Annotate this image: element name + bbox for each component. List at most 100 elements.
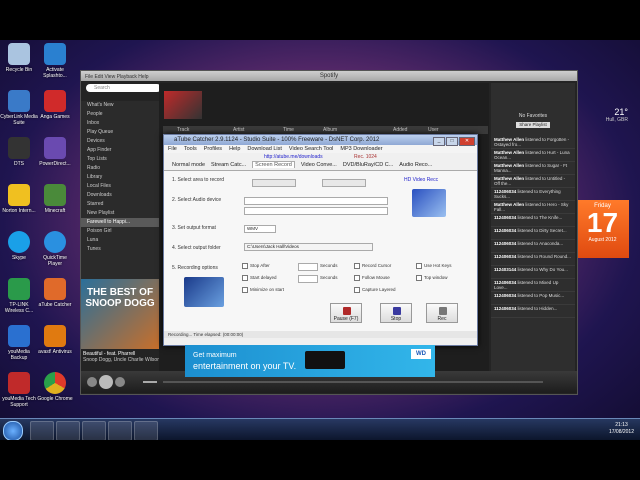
menu-item[interactable]: Profiles [204, 146, 222, 152]
atube-url-link[interactable]: http://atube.me/downloads [264, 154, 323, 160]
previous-icon[interactable] [87, 377, 97, 387]
desktop-icon-dts[interactable]: DTS [0, 137, 38, 167]
feed-item[interactable]: 112406034 listened to Dirty Secret... [491, 227, 575, 240]
menu-item[interactable]: Tools [184, 146, 197, 152]
use-hot-keys-checkbox[interactable]: Use Hot Keys [416, 263, 452, 269]
menu-item[interactable]: Help [229, 146, 240, 152]
desktop-icon-norton[interactable]: Norton Intern... [0, 184, 38, 214]
feed-item[interactable]: 112406034 listened to Round Round... [491, 253, 575, 266]
output-folder-field[interactable]: C:\Users\Jack Hall\Videos [244, 243, 373, 251]
column-header[interactable]: User [428, 126, 439, 134]
menu-item[interactable]: MP3 Downloader [340, 146, 382, 152]
output-format-select[interactable]: WMV [244, 225, 276, 233]
pause-icon[interactable] [99, 375, 113, 389]
desktop-icon-quicktime[interactable]: QuickTime Player [36, 231, 74, 267]
desktop-icon-skype[interactable]: Skype [0, 231, 38, 261]
ad-banner[interactable]: Get maximum entertainment on your TV. WD [185, 345, 435, 377]
sidebar-item[interactable]: Top Lists [81, 155, 159, 164]
feed-item[interactable]: 112406034 listened to Mixed Up Love... [491, 279, 575, 292]
atube-tab[interactable]: Normal mode [172, 162, 205, 168]
menu-item[interactable]: File [168, 146, 177, 152]
feed-item[interactable]: Matthew Allen listened to Hurt - Luna Oc… [491, 149, 575, 162]
taskbar-chrome-icon[interactable] [56, 421, 80, 441]
feed-item[interactable]: Matthew Allen listened to Untitled - Off… [491, 175, 575, 188]
follow-mouse-checkbox[interactable]: Follow Mouse [354, 275, 390, 281]
sidebar-item[interactable]: Play Queue [81, 128, 159, 137]
feed-item[interactable]: 112406034 listened to The Knife... [491, 214, 575, 227]
atube-tab[interactable]: Stream Catc... [211, 162, 246, 168]
feed-item[interactable]: Matthew Allen listened to Hero - Sky Fal… [491, 201, 575, 214]
atube-tab[interactable]: Video Conve... [301, 162, 337, 168]
desktop-icon-tplink[interactable]: TP-LINK Wireless C... [0, 278, 38, 314]
desktop-icon-avast[interactable]: avast! Antivirus [36, 325, 74, 355]
spotify-search-input[interactable]: Search [86, 84, 161, 92]
sidebar-item[interactable]: Local Files [81, 182, 159, 191]
sidebar-item[interactable]: New Playlist [81, 209, 159, 218]
sidebar-item[interactable]: Downloads [81, 191, 159, 200]
maximize-button[interactable]: □ [446, 137, 458, 146]
column-header[interactable]: Time [283, 126, 294, 134]
atube-tab[interactable]: Screen Record [252, 161, 295, 168]
taskbar-media-icon[interactable] [82, 421, 106, 441]
start-button[interactable] [3, 421, 23, 441]
sidebar-item[interactable]: Starred [81, 200, 159, 209]
sidebar-item[interactable]: Devices [81, 137, 159, 146]
feed-item[interactable]: 112406034 listened to Pop Music... [491, 292, 575, 305]
audio-device-select-2[interactable] [244, 207, 388, 215]
stop-after-seconds[interactable] [298, 263, 318, 271]
sidebar-item[interactable]: Library [81, 173, 159, 182]
feed-item[interactable]: 112403144 listened to Why Do You... [491, 266, 575, 279]
desktop-icon-backup[interactable]: youMedia Backup [0, 325, 38, 361]
sidebar-item[interactable]: App Finder [81, 146, 159, 155]
spotify-menu[interactable]: File Edit View Playback Help [85, 72, 149, 82]
desktop-icon-minecraft[interactable]: Minecraft [36, 184, 74, 214]
feed-item[interactable]: 112406034 listened to Everything Sucks..… [491, 188, 575, 201]
desktop-icon-games[interactable]: Anga Games [36, 90, 74, 120]
seek-bar[interactable] [163, 381, 543, 383]
close-button[interactable]: ✕ [459, 137, 475, 146]
column-header[interactable]: Album [323, 126, 337, 134]
start-delayed-checkbox[interactable]: Start delayed [242, 275, 277, 281]
column-header[interactable]: Added [393, 126, 407, 134]
stop-button[interactable]: Stop [380, 303, 412, 323]
next-icon[interactable] [115, 377, 125, 387]
feed-item[interactable]: Matthew Allen listened to Sugar - Ft Man… [491, 162, 575, 175]
record-cursor-checkbox[interactable]: Record Cursor [354, 263, 391, 269]
desktop-icon-tech-support[interactable]: youMedia Tech Support [0, 372, 38, 408]
taskbar-app-icon[interactable] [108, 421, 132, 441]
desktop-icon-atube[interactable]: aTube Catcher [36, 278, 74, 308]
sidebar-item[interactable]: What's New [81, 101, 159, 110]
menu-item[interactable]: Video Search Tool [289, 146, 333, 152]
select-area-button-2[interactable] [322, 179, 366, 187]
share-playlist-button[interactable]: Share Playlist [516, 122, 550, 128]
feed-item[interactable]: 112406034 listened to Anaconda... [491, 240, 575, 253]
desktop-icon-powerdirector[interactable]: PowerDirect... [36, 137, 74, 167]
sidebar-item[interactable]: Poison Girl [81, 227, 159, 236]
record-button[interactable]: Rec [426, 303, 458, 323]
taskbar-atube-icon[interactable] [134, 421, 158, 441]
minimize-button[interactable]: _ [433, 137, 445, 146]
pause-button[interactable]: Pause (F7) [330, 303, 362, 323]
menu-item[interactable]: Download List [247, 146, 282, 152]
sidebar-item[interactable]: Luna [81, 236, 159, 245]
desktop-icon-activate[interactable]: Activate Splashto... [36, 43, 74, 79]
feed-item[interactable]: Matthew Allen listened to Forgotten - Os… [491, 136, 575, 149]
atube-tab[interactable]: Audio Reco... [399, 162, 432, 168]
desktop-icon-recycle-bin[interactable]: Recycle Bin [0, 43, 38, 73]
sidebar-item[interactable]: Radio [81, 164, 159, 173]
select-area-button[interactable] [252, 179, 296, 187]
minimize-on-start-checkbox[interactable]: Minimize on start [242, 287, 284, 293]
capture-layered-checkbox[interactable]: Capture Layered [354, 287, 396, 293]
sidebar-item[interactable]: People [81, 110, 159, 119]
sidebar-item[interactable]: Tunes [81, 245, 159, 254]
audio-device-select[interactable] [244, 197, 388, 205]
desktop-icon-cyberlink[interactable]: CyberLink Media Suite [0, 90, 38, 126]
feed-item[interactable]: 112406034 listened to Hidden... [491, 305, 575, 318]
top-window-checkbox[interactable]: Top window [416, 275, 448, 281]
sidebar-item[interactable]: Farewell to Happi... [81, 218, 159, 227]
desktop-icon-chrome[interactable]: Google Chrome [36, 372, 74, 402]
column-header[interactable]: Artist [233, 126, 244, 134]
column-header[interactable]: Track [177, 126, 189, 134]
sidebar-item[interactable]: Inbox [81, 119, 159, 128]
stop-after-checkbox[interactable]: Stop After [242, 263, 270, 269]
